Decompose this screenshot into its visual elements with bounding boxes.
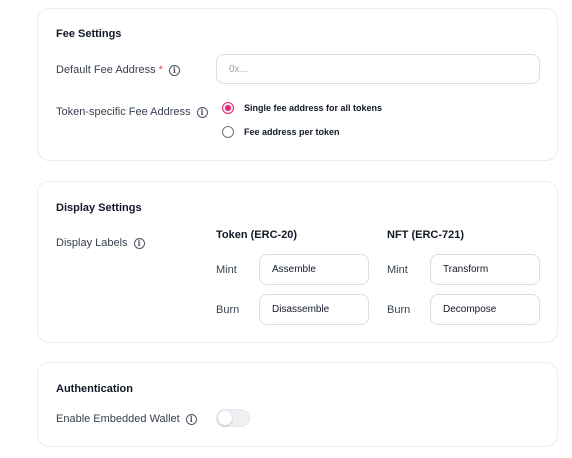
token-erc20-heading: Token (ERC-20) bbox=[216, 229, 298, 241]
info-icon[interactable]: i bbox=[168, 64, 180, 76]
fee-settings-card: Fee Settings Default Fee Address * i 0x.… bbox=[37, 8, 558, 161]
token-burn-input[interactable]: Disassemble bbox=[259, 294, 369, 325]
token-specific-fee-address-label: Token-specific Fee Address i bbox=[56, 106, 208, 118]
fee-settings-title: Fee Settings bbox=[56, 28, 122, 40]
token-burn-label: Burn bbox=[216, 304, 240, 316]
token-mint-input[interactable]: Assemble bbox=[259, 254, 369, 285]
display-labels-label: Display Labels i bbox=[56, 237, 145, 249]
token-mint-label: Mint bbox=[216, 264, 237, 276]
default-fee-address-label: Default Fee Address * i bbox=[56, 64, 180, 76]
toggle-knob bbox=[218, 411, 232, 425]
radio-selected-icon[interactable] bbox=[222, 102, 234, 114]
radio-single-fee-address[interactable]: Single fee address for all tokens bbox=[222, 102, 382, 114]
default-fee-address-input[interactable]: 0x... bbox=[216, 54, 540, 84]
display-settings-card: Display Settings Display Labels i Token … bbox=[37, 181, 558, 343]
display-settings-title: Display Settings bbox=[56, 202, 142, 214]
embedded-wallet-toggle[interactable] bbox=[216, 409, 250, 427]
info-icon[interactable]: i bbox=[185, 413, 197, 425]
nft-burn-label: Burn bbox=[387, 304, 411, 316]
nft-mint-label: Mint bbox=[387, 264, 408, 276]
info-icon[interactable]: i bbox=[133, 237, 145, 249]
radio-unselected-icon[interactable] bbox=[222, 126, 234, 138]
nft-burn-input[interactable]: Decompose bbox=[430, 294, 540, 325]
nft-erc721-heading: NFT (ERC-721) bbox=[387, 229, 465, 241]
radio-fee-address-per-token[interactable]: Fee address per token bbox=[222, 126, 340, 138]
nft-mint-input[interactable]: Transform bbox=[430, 254, 540, 285]
info-icon[interactable]: i bbox=[196, 106, 208, 118]
authentication-card: Authentication Enable Embedded Wallet i bbox=[37, 362, 558, 447]
embedded-wallet-label: Enable Embedded Wallet i bbox=[56, 413, 197, 425]
required-mark: * bbox=[158, 64, 163, 76]
authentication-title: Authentication bbox=[56, 383, 133, 395]
